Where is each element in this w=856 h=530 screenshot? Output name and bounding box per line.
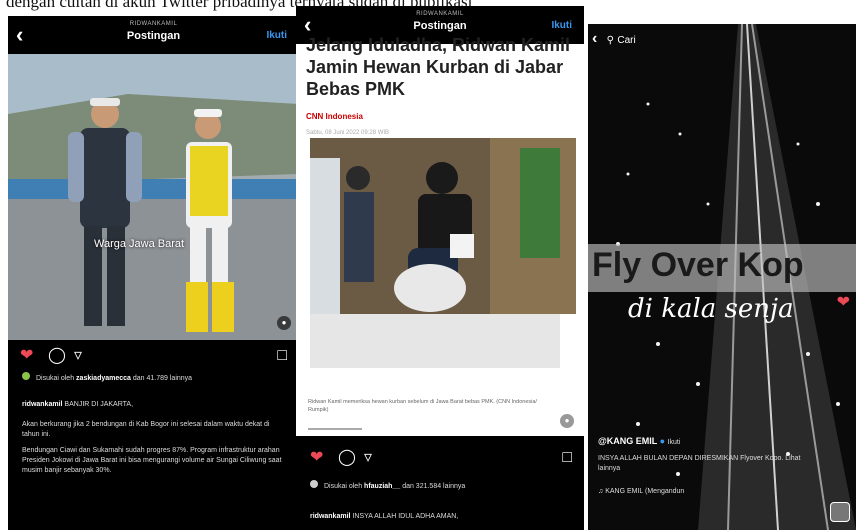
reel-avatar[interactable] xyxy=(830,502,850,522)
header-title: Postingan xyxy=(126,30,181,42)
liked-by-prefix: Disukai oleh xyxy=(323,483,363,490)
reel-username[interactable]: @KANG EMIL xyxy=(598,436,657,446)
bookmark-icon[interactable]: □ xyxy=(277,348,287,364)
avatar xyxy=(310,480,318,488)
music-text: KANG EMIL (Mengandun xyxy=(605,488,685,495)
share-icon[interactable]: ▿ xyxy=(74,348,82,364)
follow-button[interactable]: Ikuti xyxy=(266,30,287,41)
article-image-caption: Ridwan Kamil memeriksa hewan kurban sebe… xyxy=(308,399,537,413)
verified-badge-icon: ● xyxy=(659,436,666,446)
reel-caption: INSYA ALLAH BULAN DEPAN DIRESMIKAN Flyov… xyxy=(598,455,801,472)
photo-illustration xyxy=(8,54,299,340)
article-card: Jelang Iduladha, Ridwan Kamil Jamin Hewa… xyxy=(296,35,584,436)
liked-by: Disukai oleh hfauziah__ dan 321.584 lain… xyxy=(310,480,575,492)
heart-icon[interactable]: ❤ xyxy=(837,292,850,312)
reel-screenshot-3: ‹ ⚲ Cari Fly Over Kop di kala senja ❤ @K… xyxy=(588,24,856,530)
overlay-title: Fly Over Kop xyxy=(592,246,804,284)
comment-icon[interactable]: ◯ xyxy=(48,348,66,364)
caption-user[interactable]: ridwankamil xyxy=(22,401,62,408)
liked-by-user[interactable]: zaskiadyamecca xyxy=(76,375,131,382)
liked-by: Disukai oleh zaskiadyamecca dan 41.789 l… xyxy=(22,372,287,384)
article-photo-illustration xyxy=(310,138,576,314)
search-text: Cari xyxy=(617,35,636,46)
caption-line: ridwankamil INSYA ALLAH IDUL ADHA AMAN, xyxy=(310,512,575,522)
reel-user: @KANG EMIL ● Ikuti xyxy=(598,436,680,446)
header-username: RIDWANKAMIL xyxy=(129,21,178,27)
music-icon: ♫ xyxy=(598,488,604,495)
back-chevron-icon[interactable]: ‹ xyxy=(592,30,597,47)
caption-paragraph-2: Akan berkurang jika 2 bendungan di Kab B… xyxy=(22,421,270,438)
caption-line: ridwankamil BANJIR DI JAKARTA, xyxy=(22,400,287,410)
search-bar[interactable]: ‹ ⚲ Cari xyxy=(592,30,712,52)
reel-music: ♫ KANG EMIL (Mengandun xyxy=(598,488,684,495)
article-placeholder xyxy=(310,314,560,368)
post-screenshot-2: ‹ RIDWANKAMIL Postingan Ikuti Jelang Idu… xyxy=(296,6,584,530)
liked-by-user[interactable]: hfauziah__ xyxy=(364,483,400,490)
article-headline: Jelang Iduladha, Ridwan Kamil Jamin Hewa… xyxy=(306,35,571,99)
article-photo xyxy=(310,138,576,314)
liked-by-suffix: dan 321.584 lainnya xyxy=(402,483,466,490)
heart-icon[interactable]: ❤ xyxy=(20,348,33,364)
caption-paragraph-3: Bendungan Ciawi dan Sukamahi sudah progr… xyxy=(22,447,282,474)
liked-by-suffix: dan 41.789 lainnya xyxy=(132,375,193,382)
avatar xyxy=(22,372,30,380)
caption-text: BANJIR DI JAKARTA, xyxy=(64,401,134,408)
caption-text: INSYA ALLAH IDUL ADHA AMAN, xyxy=(352,513,459,520)
header-username: RIDWANKAMIL xyxy=(416,11,464,17)
post-photo: Warga Jawa Barat ● xyxy=(8,54,299,340)
caption-user[interactable]: ridwankamil xyxy=(310,513,350,520)
share-icon[interactable]: ▿ xyxy=(364,450,372,466)
liked-by-prefix: Disukai oleh xyxy=(35,375,75,382)
photo-caption: Warga Jawa Barat xyxy=(94,238,185,250)
article-date: Sabtu, 08 Juni 2022 09:28 WIB xyxy=(306,130,390,136)
post-header: ‹ RIDWANKAMIL Postingan Ikuti xyxy=(8,16,299,54)
follow-button[interactable]: Ikuti xyxy=(668,439,681,446)
tag-icon[interactable]: ● xyxy=(560,414,574,428)
overlay-title-band: Fly Over Kop xyxy=(588,244,856,292)
header-title: Postingan xyxy=(413,20,467,32)
search-icon: ⚲ xyxy=(606,35,614,46)
article-source: CNN Indonesia xyxy=(306,112,363,121)
tag-icon[interactable]: ● xyxy=(277,316,291,330)
comment-icon[interactable]: ◯ xyxy=(338,450,356,466)
heart-icon[interactable]: ❤ xyxy=(310,450,323,466)
follow-button[interactable]: Ikuti xyxy=(551,20,572,31)
scroll-indicator xyxy=(308,428,362,430)
overlay-script: di kala senja xyxy=(628,294,794,324)
post-screenshot-1: ‹ RIDWANKAMIL Postingan Ikuti Warga Jawa… xyxy=(8,16,299,530)
bookmark-icon[interactable]: □ xyxy=(562,450,572,466)
